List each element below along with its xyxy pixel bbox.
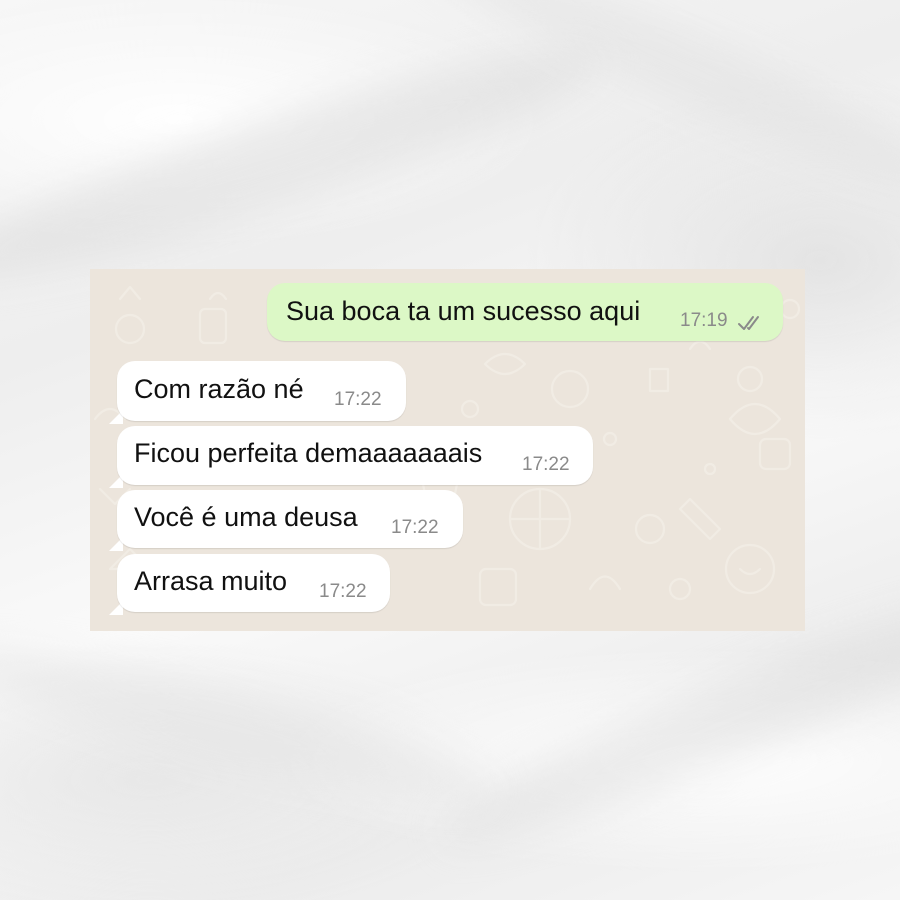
message-bubble-incoming[interactable]: Com razão né 17:22 (117, 361, 406, 421)
message-text: Arrasa muito (134, 566, 288, 596)
message-text: Com razão né (134, 374, 304, 404)
message-timestamp: 17:19 (680, 310, 728, 331)
message-bubble-incoming[interactable]: Arrasa muito 17:22 (117, 554, 390, 612)
message-timestamp: 17:22 (319, 581, 367, 602)
message-bubble-outgoing[interactable]: Sua boca ta um sucesso aqui 17:19 (267, 283, 783, 341)
message-timestamp: 17:22 (522, 454, 570, 475)
chat-screenshot: Sua boca ta um sucesso aqui 17:19 Com ra… (90, 269, 805, 631)
fabric-fold (0, 623, 501, 827)
double-check-icon (738, 316, 759, 330)
message-bubble-incoming[interactable]: Você é uma deusa 17:22 (117, 490, 463, 548)
message-text: Ficou perfeita demaaaaaaais (134, 438, 483, 468)
message-timestamp: 17:22 (334, 389, 382, 410)
message-text: Sua boca ta um sucesso aqui (286, 296, 641, 326)
message-timestamp: 17:22 (391, 517, 439, 538)
message-bubble-incoming[interactable]: Ficou perfeita demaaaaaaais 17:22 (117, 426, 593, 485)
message-text: Você é uma deusa (134, 502, 358, 532)
fabric-fold (391, 0, 900, 219)
